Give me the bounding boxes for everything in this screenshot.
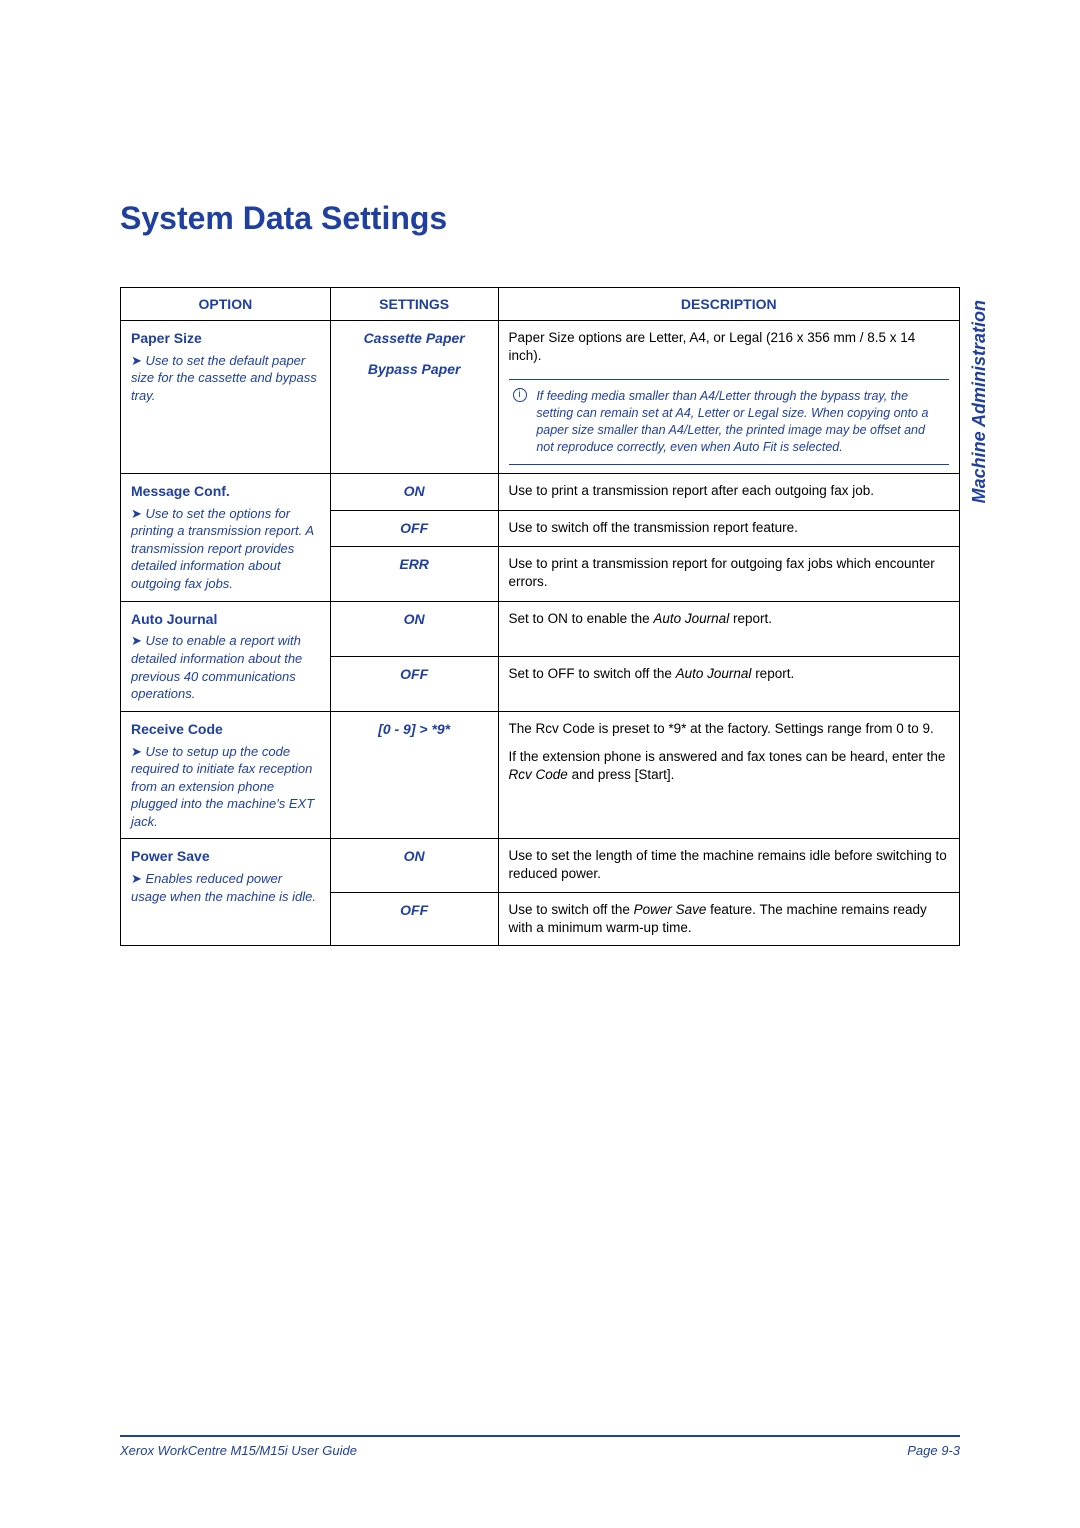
setting-value: OFF — [341, 901, 488, 920]
header-option: OPTION — [121, 288, 331, 321]
table-row: Receive Code ➤ Use to setup up the code … — [121, 711, 960, 839]
description-text: Use to set the length of time the machin… — [498, 839, 959, 892]
header-description: DESCRIPTION — [498, 288, 959, 321]
option-note: ➤ Use to set the default paper size for … — [131, 352, 320, 405]
option-name: Auto Journal — [131, 610, 320, 629]
description-text: Use to print a transmission report for o… — [498, 547, 959, 601]
option-note: ➤ Use to enable a report with detailed i… — [131, 632, 320, 702]
description-text: The Rcv Code is preset to *9* at the fac… — [498, 711, 959, 839]
setting-value: Bypass Paper — [341, 360, 488, 379]
table-row: Power Save ➤ Enables reduced power usage… — [121, 839, 960, 892]
table-row: Auto Journal ➤ Use to enable a report wi… — [121, 601, 960, 656]
table-row: Paper Size ➤ Use to set the default pape… — [121, 321, 960, 474]
option-note-text: Use to enable a report with detailed inf… — [131, 633, 302, 701]
page-footer: Xerox WorkCentre M15/M15i User Guide Pag… — [120, 1435, 960, 1458]
info-icon: i — [513, 388, 527, 402]
description-text: Paper Size options are Letter, A4, or Le… — [509, 329, 949, 365]
setting-value: [0 - 9] > *9* — [341, 720, 488, 739]
table-row: Message Conf. ➤ Use to set the options f… — [121, 473, 960, 510]
option-name: Message Conf. — [131, 482, 320, 501]
option-name: Power Save — [131, 847, 320, 866]
option-note: ➤ Use to setup up the code required to i… — [131, 743, 320, 831]
page-title: System Data Settings — [120, 200, 960, 237]
option-note-text: Use to setup up the code required to ini… — [131, 744, 314, 829]
settings-table: OPTION SETTINGS DESCRIPTION Paper Size ➤… — [120, 287, 960, 946]
description-text: Use to switch off the transmission repor… — [498, 510, 959, 547]
description-text: Set to ON to enable the Auto Journal rep… — [498, 601, 959, 656]
description-text: Use to print a transmission report after… — [498, 473, 959, 510]
setting-value: OFF — [341, 519, 488, 538]
option-name: Paper Size — [131, 329, 320, 348]
description-text: Set to OFF to switch off the Auto Journa… — [498, 656, 959, 711]
option-name: Receive Code — [131, 720, 320, 739]
description-text: Use to switch off the Power Save feature… — [498, 892, 959, 945]
section-label: Machine Administration — [969, 300, 990, 503]
setting-value: ON — [341, 482, 488, 501]
footer-left: Xerox WorkCentre M15/M15i User Guide — [120, 1443, 357, 1458]
footer-right: Page 9-3 — [907, 1443, 960, 1458]
option-note-text: Enables reduced power usage when the mac… — [131, 871, 316, 904]
setting-value: OFF — [341, 665, 488, 684]
setting-value: ERR — [341, 555, 488, 574]
info-text: If feeding media smaller than A4/Letter … — [536, 388, 934, 456]
info-box: i If feeding media smaller than A4/Lette… — [509, 379, 949, 465]
setting-value: ON — [341, 610, 488, 629]
option-note: ➤ Enables reduced power usage when the m… — [131, 870, 320, 905]
header-settings: SETTINGS — [330, 288, 498, 321]
option-note-text: Use to set the default paper size for th… — [131, 353, 317, 403]
option-note-text: Use to set the options for printing a tr… — [131, 506, 314, 591]
option-note: ➤ Use to set the options for printing a … — [131, 505, 320, 593]
setting-value: ON — [341, 847, 488, 866]
setting-value: Cassette Paper — [341, 329, 488, 348]
